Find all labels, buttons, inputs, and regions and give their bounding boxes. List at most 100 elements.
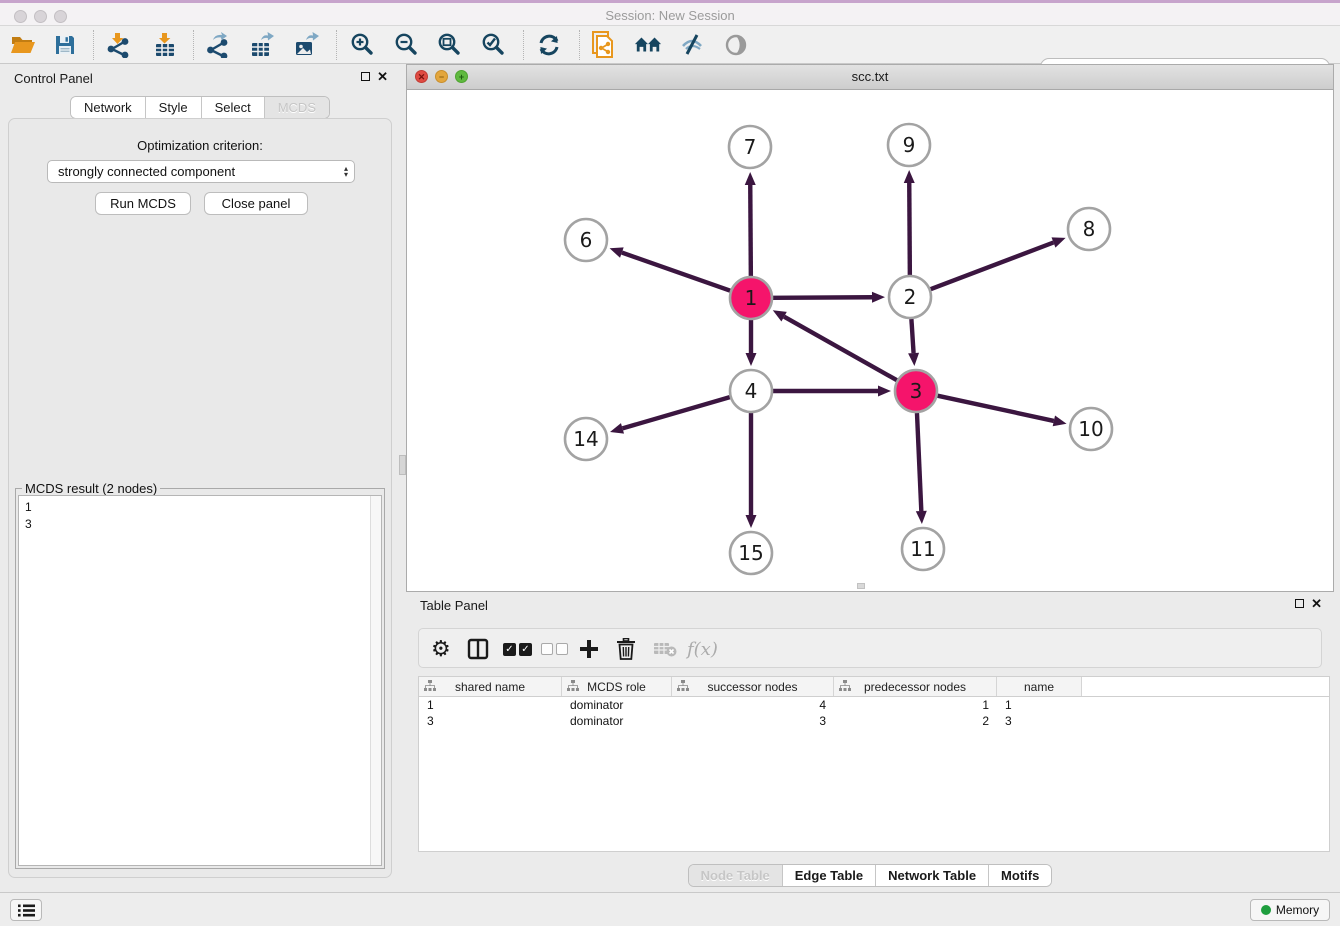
run-mcds-button[interactable]: Run MCDS (95, 192, 191, 215)
graph-edge-2-9[interactable] (909, 183, 910, 275)
cell-name[interactable]: 3 (997, 713, 1082, 729)
zoom-out-icon[interactable] (392, 31, 420, 59)
cell-name[interactable]: 1 (997, 697, 1082, 713)
cell-successor-nodes[interactable]: 3 (672, 713, 834, 729)
network-canvas[interactable]: 7968124314101511 (407, 89, 1333, 591)
first-neighbors-icon[interactable] (634, 31, 662, 59)
column-header-mcds-role[interactable]: MCDS role (562, 677, 672, 696)
tab-network-table[interactable]: Network Table (876, 865, 989, 886)
tab-style[interactable]: Style (146, 97, 202, 118)
attribute-tree-icon (424, 680, 436, 692)
hide-selected-icon[interactable] (678, 31, 706, 59)
graph-edge-arrowhead (908, 353, 919, 366)
show-all-icon[interactable] (722, 31, 750, 59)
graph-node-label: 7 (744, 135, 757, 159)
zoom-selected-icon[interactable] (479, 31, 507, 59)
zoom-in-icon[interactable] (348, 31, 376, 59)
mcds-result-line: 3 (25, 516, 32, 533)
control-panel-title: Control Panel (14, 71, 93, 86)
column-header-name[interactable]: name (997, 677, 1082, 696)
mcds-result-line: 1 (25, 499, 32, 516)
graph-node-label: 11 (910, 537, 935, 561)
panel-splitter-handle[interactable] (399, 455, 406, 475)
control-panel-close-icon[interactable]: ✕ (377, 71, 388, 82)
memory-status-icon (1261, 905, 1271, 915)
memory-label: Memory (1276, 903, 1319, 917)
deselect-all-columns-icon[interactable] (541, 636, 568, 662)
network-window-titlebar[interactable]: ✕ − + scc.txt (407, 65, 1333, 90)
column-header-predecessor-nodes[interactable]: predecessor nodes (834, 677, 997, 696)
function-builder-icon: f(x) (687, 636, 718, 662)
column-header-shared-name[interactable]: shared name (419, 677, 562, 696)
mcds-result-box[interactable]: 1 3 (18, 495, 382, 866)
graph-edge-3-10[interactable] (937, 396, 1053, 421)
session-title: Session: New Session (0, 8, 1340, 23)
graph-edge-1-2[interactable] (773, 297, 872, 298)
node-table: shared name MCDS role successor nodes pr… (418, 676, 1330, 852)
table-panel-mode-icon[interactable] (467, 636, 489, 662)
select-all-columns-icon[interactable]: ✓✓ (503, 636, 532, 662)
cell-shared-name[interactable]: 1 (419, 697, 562, 713)
graph-edge-arrowhead (872, 292, 885, 303)
apply-layout-icon[interactable] (535, 31, 563, 59)
export-table-icon[interactable] (248, 31, 276, 59)
optimization-criterion-select[interactable]: strongly connected component ▴▾ (47, 160, 355, 183)
cell-successor-nodes[interactable]: 4 (672, 697, 834, 713)
add-column-icon[interactable] (579, 636, 599, 662)
cell-shared-name[interactable]: 3 (419, 713, 562, 729)
tab-edge-table[interactable]: Edge Table (783, 865, 876, 886)
import-table-icon[interactable] (151, 31, 179, 59)
mcds-result-scrollbar[interactable] (370, 496, 381, 865)
table-row[interactable]: 3 dominator 3 2 3 (419, 713, 1329, 729)
export-image-icon[interactable] (292, 31, 320, 59)
tab-mcds[interactable]: MCDS (265, 97, 329, 118)
mcds-result-title: MCDS result (2 nodes) (22, 481, 160, 496)
attribute-tree-icon (839, 680, 851, 692)
cell-predecessor-nodes[interactable]: 2 (834, 713, 997, 729)
delete-column-icon[interactable] (616, 636, 636, 662)
graph-edge-4-14[interactable] (622, 397, 729, 428)
titlebar: Session: New Session (0, 0, 1340, 26)
table-panel-close-icon[interactable]: ✕ (1311, 598, 1322, 609)
memory-button[interactable]: Memory (1250, 899, 1330, 921)
table-panel-tabs: Node Table Edge Table Network Table Moti… (406, 864, 1334, 887)
status-bar: Memory (0, 892, 1340, 926)
graph-edge-3-1[interactable] (784, 317, 897, 381)
graph-edge-arrowhead (745, 172, 756, 185)
graph-edge-2-8[interactable] (931, 242, 1054, 289)
export-network-icon[interactable] (204, 31, 232, 59)
close-panel-button[interactable]: Close panel (204, 192, 308, 215)
graph-edge-arrowhead (610, 247, 624, 257)
tab-select[interactable]: Select (202, 97, 265, 118)
graph-node-label: 2 (904, 285, 917, 309)
tab-node-table[interactable]: Node Table (689, 865, 783, 886)
import-network-icon[interactable] (104, 31, 132, 59)
control-panel-header: Control Panel ✕ (0, 68, 400, 92)
graph-edge-1-7[interactable] (750, 185, 751, 276)
graph-edge-3-11[interactable] (917, 413, 921, 511)
tab-network[interactable]: Network (71, 97, 146, 118)
graph-edge-2-3[interactable] (911, 319, 913, 353)
tab-motifs[interactable]: Motifs (989, 865, 1051, 886)
control-panel-float-icon[interactable] (361, 72, 370, 81)
optimization-criterion-value: strongly connected component (58, 164, 235, 179)
cell-mcds-role[interactable]: dominator (562, 697, 672, 713)
optimization-criterion-label: Optimization criterion: (9, 138, 391, 153)
table-panel-float-icon[interactable] (1295, 599, 1304, 608)
attribute-tree-icon (567, 680, 579, 692)
zoom-fit-icon[interactable] (435, 31, 463, 59)
open-icon[interactable] (9, 31, 37, 59)
graph-edge-1-6[interactable] (622, 253, 730, 291)
column-header-successor-nodes[interactable]: successor nodes (672, 677, 834, 696)
save-icon[interactable] (51, 31, 79, 59)
graph-node-label: 3 (910, 379, 923, 403)
table-row[interactable]: 1 dominator 4 1 1 (419, 697, 1329, 713)
network-view-window: ✕ − + scc.txt 7968124314101511 (406, 64, 1334, 592)
canvas-scrollbar-thumb[interactable] (857, 583, 865, 589)
new-network-from-selection-icon[interactable] (590, 31, 618, 59)
cell-predecessor-nodes[interactable]: 1 (834, 697, 997, 713)
task-history-button[interactable] (10, 899, 42, 921)
table-settings-icon[interactable]: ⚙ (431, 636, 451, 662)
cell-mcds-role[interactable]: dominator (562, 713, 672, 729)
graph-node-label: 15 (738, 541, 763, 565)
